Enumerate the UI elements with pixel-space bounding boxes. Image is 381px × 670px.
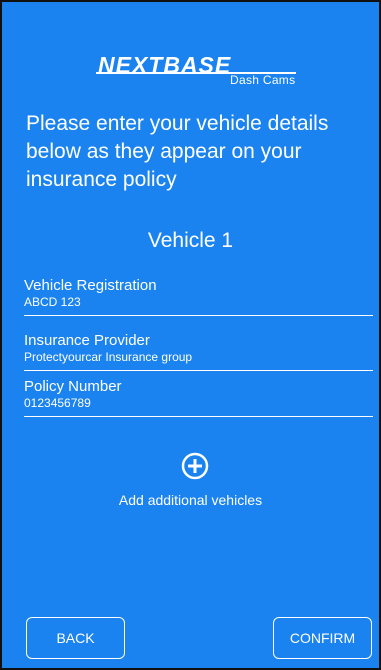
policy-number-value[interactable]: 0123456789	[24, 396, 91, 410]
policy-number-label: Policy Number	[24, 378, 122, 395]
vehicle-heading: Vehicle 1	[147, 229, 234, 252]
insurance-provider-field[interactable]: Insurance Provider Protectyourcar Insura…	[24, 332, 373, 371]
insurance-details-screen: NEXTBASE Dash Cams Please enter your veh…	[0, 0, 381, 670]
logo-subtitle: Dash Cams	[230, 73, 296, 87]
insurance-provider-label: Insurance Provider	[24, 332, 150, 349]
nextbase-logo: NEXTBASE Dash Cams	[2, 52, 379, 87]
logo-brand-text: NEXTBASE	[98, 52, 232, 78]
vehicle-registration-field[interactable]: Vehicle Registration ABCD 123	[24, 277, 373, 316]
policy-number-field[interactable]: Policy Number 0123456789	[24, 378, 373, 417]
confirm-button[interactable]: CONFIRM	[273, 617, 372, 659]
vehicle-registration-value[interactable]: ABCD 123	[24, 295, 81, 309]
insurance-provider-value[interactable]: Protectyourcar Insurance group	[24, 350, 192, 364]
back-button[interactable]: BACK	[26, 617, 125, 659]
plus-circle-icon[interactable]	[181, 452, 209, 480]
vehicle-registration-label: Vehicle Registration	[24, 277, 157, 294]
instruction-text: Please enter your vehicle details below …	[26, 112, 329, 191]
add-vehicles-label[interactable]: Add additional vehicles	[2, 492, 379, 508]
